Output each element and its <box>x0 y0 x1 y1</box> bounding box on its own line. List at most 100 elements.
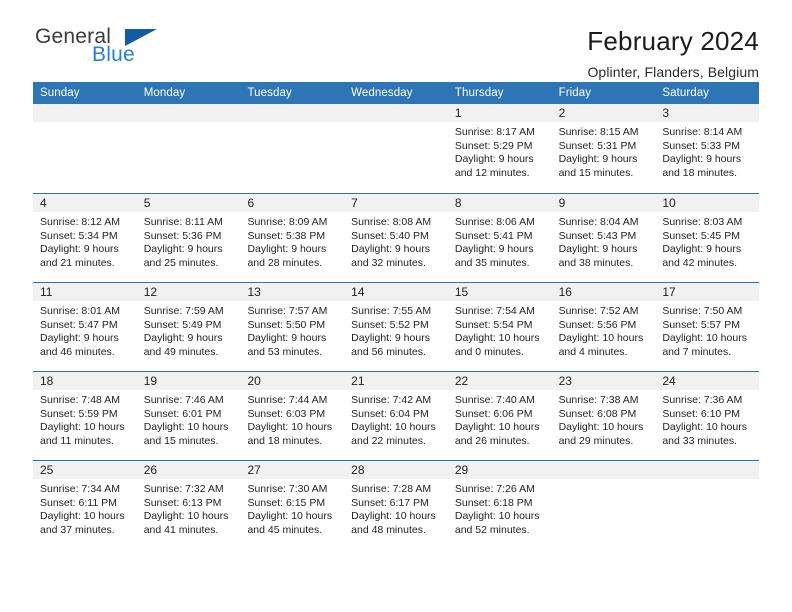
day-detail-line: and 41 minutes. <box>143 523 219 536</box>
day-detail-line: Sunrise: 8:17 AM <box>454 126 535 138</box>
day-details: Sunrise: 8:01 AM Sunset: 5:47 PM Daylight:… <box>33 301 137 359</box>
day-number-strip: 7 <box>344 194 448 212</box>
day-detail-line: Daylight: 9 hours <box>247 332 327 345</box>
weekday-header-monday: Monday <box>143 87 186 99</box>
day-detail-line: Sunrise: 7:52 AM <box>558 305 639 317</box>
general-blue-logo[interactable]: General Blue <box>33 26 223 76</box>
day-cell[interactable]: 11 Sunrise: 8:01 AM Sunset: 5:47 PM Dayligh… <box>33 283 137 371</box>
day-detail-line: Sunset: 6:06 PM <box>454 407 533 420</box>
day-detail-line: Sunset: 5:36 PM <box>143 229 222 242</box>
day-detail-line: and 48 minutes. <box>351 523 426 536</box>
day-number-strip: 9 <box>551 194 656 212</box>
day-number: 26 <box>143 463 158 477</box>
day-cell[interactable]: 24 Sunrise: 7:36 AM Sunset: 6:10 PM Dayligh… <box>655 372 760 460</box>
day-details: Sunrise: 7:42 AM Sunset: 6:04 PM Daylight:… <box>344 390 448 448</box>
day-detail-line: Daylight: 9 hours <box>143 243 223 256</box>
day-detail-line: Sunset: 5:50 PM <box>247 318 326 331</box>
day-number-strip: 22 <box>447 372 552 390</box>
day-cell[interactable]: 5 Sunrise: 8:11 AM Sunset: 5:36 PM Daylight… <box>136 194 241 282</box>
day-cell[interactable]: 14 Sunrise: 7:55 AM Sunset: 5:52 PM Dayligh… <box>344 283 448 371</box>
day-detail-line: Daylight: 9 hours <box>351 332 430 345</box>
day-detail-line: Sunrise: 7:50 AM <box>662 305 743 317</box>
day-cell[interactable]: 18 Sunrise: 7:48 AM Sunset: 5:59 PM Dayligh… <box>33 372 137 460</box>
day-number: 8 <box>454 196 462 210</box>
day-detail-line: and 0 minutes. <box>454 345 524 358</box>
day-details: Sunrise: 8:03 AM Sunset: 5:45 PM Daylight:… <box>655 212 759 270</box>
day-detail-line: Daylight: 9 hours <box>454 243 534 256</box>
day-number: 15 <box>454 285 469 299</box>
day-cell[interactable]: 9 Sunrise: 8:04 AM Sunset: 5:43 PM Daylight… <box>551 194 656 282</box>
day-number: 22 <box>454 374 469 388</box>
day-detail-line: Sunrise: 7:28 AM <box>351 483 432 495</box>
day-cell[interactable]: 26 Sunrise: 7:32 AM Sunset: 6:13 PM Dayligh… <box>136 461 241 549</box>
day-number-strip: 16 <box>551 283 656 301</box>
day-cell[interactable]: 2 Sunrise: 8:15 AM Sunset: 5:31 PM Daylight… <box>551 104 656 193</box>
day-cell[interactable]: 13 Sunrise: 7:57 AM Sunset: 5:50 PM Dayligh… <box>240 283 345 371</box>
day-detail-line: Sunset: 5:47 PM <box>40 318 118 331</box>
day-details: Sunrise: 8:06 AM Sunset: 5:41 PM Daylight:… <box>448 212 552 270</box>
day-cell[interactable]: 3 Sunrise: 8:14 AM Sunset: 5:33 PM Daylight… <box>655 104 760 193</box>
day-number-strip <box>136 104 241 122</box>
day-number: 14 <box>351 285 365 299</box>
day-cell[interactable]: 10 Sunrise: 8:03 AM Sunset: 5:45 PM Dayligh… <box>655 194 760 282</box>
day-detail-line: Daylight: 10 hours <box>558 421 644 434</box>
day-number-strip: 11 <box>33 283 137 301</box>
day-cell[interactable]: 27 Sunrise: 7:30 AM Sunset: 6:15 PM Dayligh… <box>240 461 345 549</box>
day-detail-line: Sunset: 5:43 PM <box>558 229 637 242</box>
day-number: 17 <box>662 285 676 299</box>
day-number: 12 <box>143 285 158 299</box>
calendar-week-row: 18 Sunrise: 7:48 AM Sunset: 5:59 PM Dayligh… <box>33 371 760 460</box>
day-number: 29 <box>454 463 469 477</box>
day-detail-line: and 28 minutes. <box>247 256 323 269</box>
day-detail-line: Daylight: 10 hours <box>143 421 229 434</box>
weekday-header-thursday: Thursday <box>454 87 504 99</box>
day-cell[interactable]: 22 Sunrise: 7:40 AM Sunset: 6:06 PM Dayligh… <box>447 372 552 460</box>
day-cell[interactable]: 21 Sunrise: 7:42 AM Sunset: 6:04 PM Dayligh… <box>344 372 448 460</box>
day-detail-line: Sunset: 6:10 PM <box>662 407 740 420</box>
day-detail-line: Sunrise: 8:08 AM <box>351 216 432 228</box>
day-details: Sunrise: 8:04 AM Sunset: 5:43 PM Daylight:… <box>552 212 656 270</box>
day-cell[interactable]: 20 Sunrise: 7:44 AM Sunset: 6:03 PM Dayligh… <box>240 372 345 460</box>
day-number: 3 <box>662 106 669 120</box>
day-detail-line: and 12 minutes. <box>454 166 530 179</box>
day-number-strip <box>240 104 345 122</box>
day-cell[interactable]: 4 Sunrise: 8:12 AM Sunset: 5:34 PM Daylight… <box>33 194 137 282</box>
day-cell[interactable]: 17 Sunrise: 7:50 AM Sunset: 5:57 PM Dayligh… <box>655 283 760 371</box>
day-detail-line: Sunset: 5:34 PM <box>40 229 118 242</box>
day-cell[interactable]: 7 Sunrise: 8:08 AM Sunset: 5:40 PM Daylight… <box>344 194 448 282</box>
day-number: 11 <box>40 285 53 299</box>
day-detail-line: Sunset: 5:41 PM <box>454 229 533 242</box>
day-number: 1 <box>454 106 462 120</box>
day-details: Sunrise: 7:50 AM Sunset: 5:57 PM Daylight:… <box>655 301 759 359</box>
day-cell[interactable]: 1 Sunrise: 8:17 AM Sunset: 5:29 PM Daylight… <box>447 104 552 193</box>
day-cell[interactable]: 28 Sunrise: 7:28 AM Sunset: 6:17 PM Dayligh… <box>344 461 448 549</box>
day-cell[interactable]: 29 Sunrise: 7:26 AM Sunset: 6:18 PM Dayligh… <box>447 461 552 549</box>
day-detail-line: Sunrise: 7:26 AM <box>454 483 535 495</box>
day-number-strip: 28 <box>344 461 448 479</box>
day-detail-line: Sunset: 5:29 PM <box>454 139 533 152</box>
calendar-week-row: 25 Sunrise: 7:34 AM Sunset: 6:11 PM Dayligh… <box>33 460 760 549</box>
day-cell[interactable]: 6 Sunrise: 8:09 AM Sunset: 5:38 PM Daylight… <box>240 194 345 282</box>
day-number-strip: 29 <box>447 461 552 479</box>
weekday-header-tuesday: Tuesday <box>247 87 292 99</box>
day-detail-line: Sunset: 6:08 PM <box>558 407 637 420</box>
day-detail-line: Sunrise: 7:30 AM <box>247 483 328 495</box>
day-detail-line: Sunrise: 7:48 AM <box>40 394 120 406</box>
day-details: Sunrise: 7:32 AM Sunset: 6:13 PM Daylight:… <box>137 479 241 537</box>
day-cell[interactable]: 19 Sunrise: 7:46 AM Sunset: 6:01 PM Dayligh… <box>136 372 241 460</box>
day-detail-line: Daylight: 10 hours <box>247 421 333 434</box>
calendar-grid: Sunday Monday Tuesday Wednesday Thursday… <box>33 82 760 549</box>
day-detail-line: Daylight: 10 hours <box>351 421 436 434</box>
day-detail-line: Sunset: 5:49 PM <box>143 318 222 331</box>
day-cell[interactable]: 15 Sunrise: 7:54 AM Sunset: 5:54 PM Dayligh… <box>447 283 552 371</box>
day-number: 20 <box>247 374 261 388</box>
day-cell[interactable]: 8 Sunrise: 8:06 AM Sunset: 5:41 PM Daylight… <box>447 194 552 282</box>
day-cell[interactable]: 12 Sunrise: 7:59 AM Sunset: 5:49 PM Dayligh… <box>136 283 241 371</box>
day-details: Sunrise: 7:40 AM Sunset: 6:06 PM Daylight:… <box>448 390 552 448</box>
day-detail-line: Sunset: 6:18 PM <box>454 496 533 509</box>
day-cell[interactable]: 23 Sunrise: 7:38 AM Sunset: 6:08 PM Dayligh… <box>551 372 656 460</box>
day-cell[interactable]: 25 Sunrise: 7:34 AM Sunset: 6:11 PM Dayligh… <box>33 461 137 549</box>
day-number-strip: 23 <box>551 372 656 390</box>
day-cell[interactable]: 16 Sunrise: 7:52 AM Sunset: 5:56 PM Dayligh… <box>551 283 656 371</box>
day-detail-line: Daylight: 10 hours <box>454 421 540 434</box>
